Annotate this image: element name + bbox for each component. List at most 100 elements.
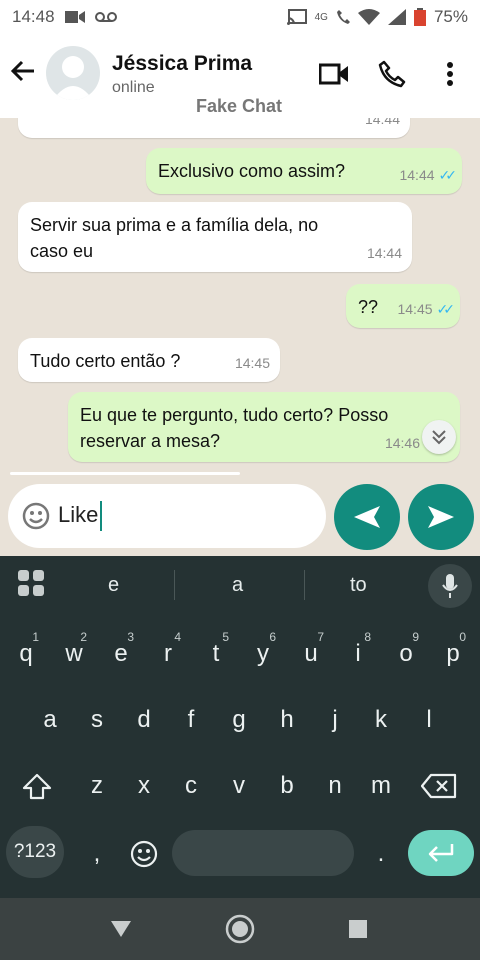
message-text: Exclusivo como assim?	[158, 161, 346, 181]
key-e[interactable]: 3e	[98, 626, 144, 682]
back-nav-button[interactable]	[104, 912, 138, 946]
key-h[interactable]: h	[264, 692, 310, 748]
key-y[interactable]: 6y	[240, 626, 286, 682]
message-time: 14:44	[366, 245, 402, 261]
key-m[interactable]: m	[358, 758, 404, 814]
back-triangle-icon	[111, 921, 131, 937]
key-f[interactable]: f	[168, 692, 214, 748]
key-w[interactable]: 2w	[51, 626, 97, 682]
send-button[interactable]	[408, 484, 474, 550]
key-g[interactable]: g	[216, 692, 262, 748]
voicemail-icon	[94, 12, 117, 22]
read-ticks-icon: ✓✓	[436, 301, 456, 317]
message-bubble-outgoing[interactable]: Eu que te pergunto, tudo certo? Posso re…	[68, 392, 460, 462]
suggestion-3[interactable]: to	[350, 574, 367, 597]
overlay-label: Fake Chat	[196, 96, 283, 116]
message-bubble-outgoing[interactable]: Exclusivo como assim? 14:44 ✓✓	[146, 148, 462, 194]
key-n[interactable]: n	[312, 758, 358, 814]
key-c[interactable]: c	[168, 758, 214, 814]
system-navigation-bar	[0, 898, 480, 960]
battery-icon	[413, 8, 426, 26]
message-time: 14:44	[399, 167, 435, 183]
emoji-key[interactable]	[121, 826, 167, 882]
message-bubble-incoming[interactable]: Tudo certo então ? 14:45	[18, 338, 280, 382]
key-comma[interactable]: ,	[74, 826, 120, 882]
enter-key[interactable]	[408, 830, 474, 876]
cast-icon	[286, 9, 307, 25]
status-time: 14:48	[12, 7, 55, 26]
message-text: ??	[358, 297, 379, 317]
wifi-icon	[357, 9, 380, 25]
mic-icon[interactable]	[428, 564, 472, 608]
chevron-double-down-icon	[432, 430, 446, 445]
key-j[interactable]: j	[312, 692, 358, 748]
send-icon	[428, 506, 454, 528]
key-t[interactable]: 5t	[193, 626, 239, 682]
home-nav-button[interactable]	[223, 912, 257, 946]
enter-icon	[428, 844, 454, 862]
message-time: 14:46	[384, 435, 420, 451]
video-camera-icon[interactable]	[318, 58, 350, 90]
message-bubble-incoming[interactable]: Servir sua prima e a família dela, no ca…	[18, 202, 412, 272]
backspace-key[interactable]	[416, 758, 462, 814]
emoji-keyboard-icon	[130, 840, 158, 868]
key-a[interactable]: a	[27, 692, 73, 748]
key-b[interactable]: b	[264, 758, 310, 814]
key-x[interactable]: x	[121, 758, 167, 814]
suggestion-divider	[174, 570, 175, 600]
message-meta: 14:45 ✓✓	[397, 296, 456, 322]
network-label: 4G	[314, 11, 328, 23]
key-k[interactable]: k	[358, 692, 404, 748]
emoji-icon[interactable]	[22, 502, 50, 530]
key-i[interactable]: 8i	[335, 626, 381, 682]
message-input-field[interactable]: Like	[8, 484, 326, 548]
phone-icon[interactable]	[376, 58, 408, 90]
shift-key[interactable]	[14, 758, 60, 814]
contact-name[interactable]: Jéssica Prima	[112, 52, 252, 76]
more-vert-icon[interactable]	[434, 58, 466, 90]
message-bubble-incoming[interactable]: 14:44	[18, 118, 410, 138]
suggestion-1[interactable]: e	[108, 574, 119, 597]
key-l[interactable]: l	[406, 692, 452, 748]
suggestion-divider	[304, 570, 305, 600]
message-time: 14:45	[234, 355, 270, 371]
suggestion-strip: e a to	[0, 556, 480, 616]
home-circle-icon	[225, 914, 255, 944]
space-key[interactable]	[172, 830, 354, 876]
arrow-left-icon[interactable]	[8, 56, 38, 86]
text-caret	[100, 501, 103, 531]
signal-icon	[387, 9, 406, 25]
message-bubble-outgoing[interactable]: ?? 14:45 ✓✓	[346, 284, 460, 328]
key-period[interactable]: .	[358, 826, 404, 882]
message-text: Servir sua prima e a família dela, no ca…	[30, 215, 319, 261]
key-u[interactable]: 7u	[288, 626, 334, 682]
key-q[interactable]: 1q	[3, 626, 49, 682]
key-s[interactable]: s	[74, 692, 120, 748]
message-time: 14:45	[397, 301, 433, 317]
key-z[interactable]: z	[74, 758, 120, 814]
video-notification-icon	[64, 11, 85, 23]
avatar[interactable]	[46, 46, 100, 100]
message-meta: 14:44 ✓✓	[399, 162, 458, 188]
message-text: Tudo certo então ?	[30, 351, 181, 371]
composer-value: Like	[58, 501, 99, 527]
recents-nav-button[interactable]	[341, 912, 375, 946]
suggestion-2[interactable]: a	[232, 574, 243, 597]
key-v[interactable]: v	[216, 758, 262, 814]
status-bar: 14:48 4G 75%	[0, 0, 480, 34]
key-d[interactable]: d	[121, 692, 167, 748]
apps-grid-icon[interactable]	[18, 570, 44, 596]
contact-status: online	[112, 79, 155, 96]
shift-icon	[22, 773, 52, 800]
scroll-down-button[interactable]	[422, 420, 456, 454]
backspace-icon	[421, 773, 457, 799]
read-ticks-icon: ✓✓	[438, 167, 458, 183]
message-text: Eu que te pergunto, tudo certo? Posso re…	[80, 405, 389, 451]
send-left-icon	[354, 506, 380, 528]
key-o[interactable]: 9o	[383, 626, 429, 682]
key-p[interactable]: 0p	[430, 626, 476, 682]
key-r[interactable]: 4r	[145, 626, 191, 682]
send-left-button[interactable]	[334, 484, 400, 550]
message-input-text[interactable]: Like	[58, 501, 103, 531]
symbols-key[interactable]: ?123	[6, 826, 64, 878]
